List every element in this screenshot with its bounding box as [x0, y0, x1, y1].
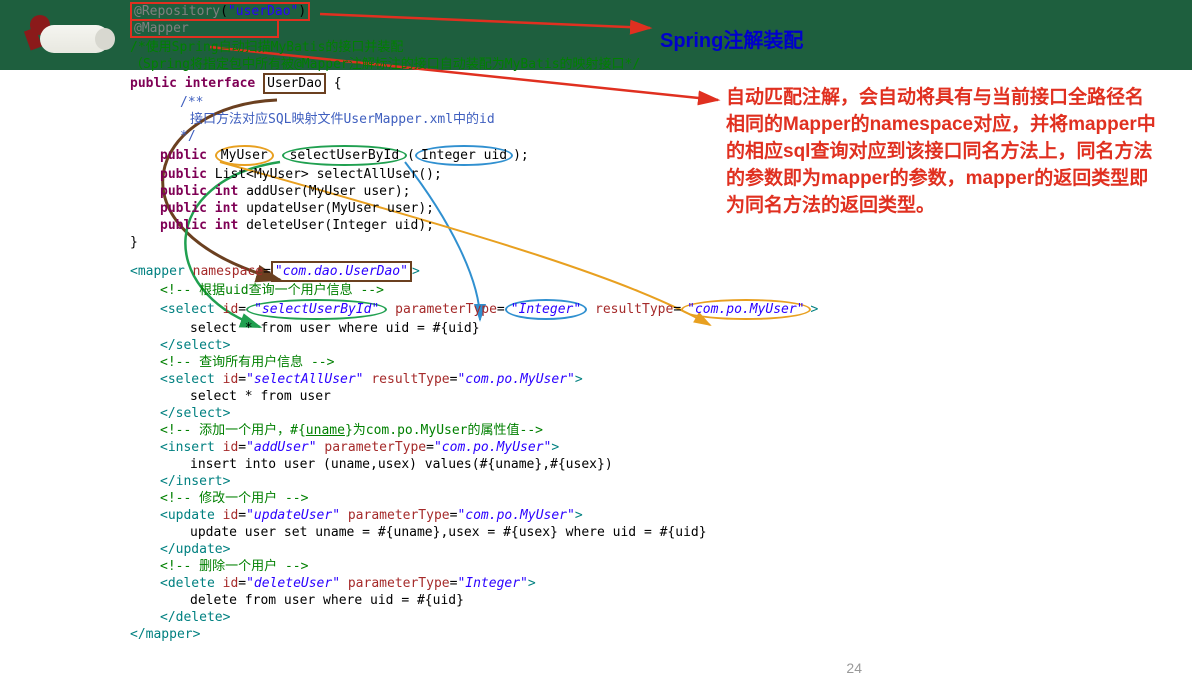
xml-mapper: <mapper namespace="com.dao.UserDao"> <!-… — [130, 261, 818, 643]
callout-spring-annotation: Spring注解装配 — [660, 24, 803, 53]
page-number: 24 — [846, 660, 862, 676]
java-interface: public interface UserDao { /** 接口方法对应SQL… — [130, 73, 818, 251]
sql-query: select * from user where uid = #{uid} — [130, 320, 818, 337]
code-block: @Repository("userDao") @Mapper /*使用Sprin… — [130, 3, 818, 643]
sql-query: insert into user (uname,usex) values(#{u… — [130, 456, 818, 473]
sql-query: select * from user — [130, 388, 818, 405]
sql-query: update user set uname = #{uname},usex = … — [130, 524, 818, 541]
callout-explanation: 自动匹配注解，会自动将具有与当前接口全路径名相同的Mapper的namespac… — [726, 84, 1156, 219]
sql-query: delete from user where uid = #{uid} — [130, 592, 818, 609]
scroll-icon — [15, 10, 115, 60]
